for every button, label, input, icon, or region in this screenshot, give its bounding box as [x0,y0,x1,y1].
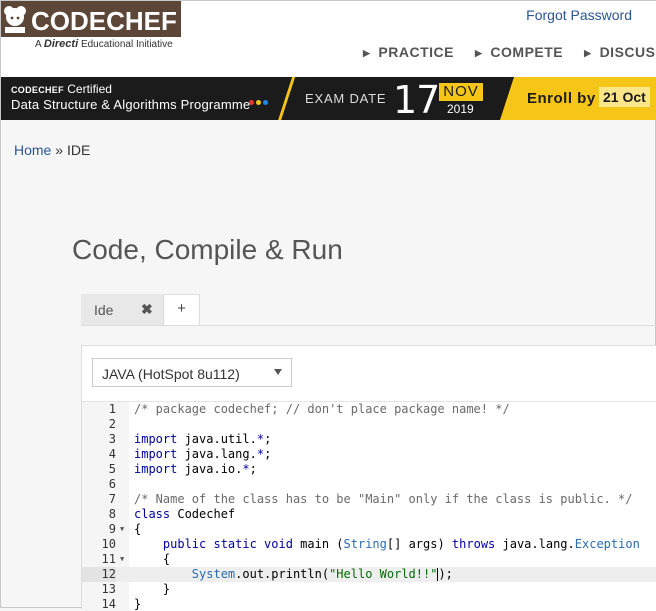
line-number: 1 [108,402,116,416]
code-line: 2 [82,417,656,432]
forgot-password-link[interactable]: Forgot Password [526,7,632,23]
close-icon[interactable]: ✖ [141,301,153,318]
tab-ide[interactable]: Ide ✖ [81,294,163,325]
code-text: class Codechef [134,507,236,521]
code-line: 8 class Codechef [82,507,656,522]
code-text: { [162,552,171,566]
exam-month: NOV [439,83,483,101]
line-number: 7 [108,492,116,506]
code-line: 4 import java.lang.*; [82,447,656,462]
nav-compete-label: COMPETE [490,44,564,60]
page-title: Code, Compile & Run [72,234,343,265]
line-number: 12 [82,567,116,582]
code-text: import java.io.*; [134,462,257,476]
code-editor[interactable]: 1 /* package codechef; // don't place pa… [82,401,656,611]
line-number: 13 [101,582,116,596]
editor-panel: JAVA (HotSpot 8u112) 1 /* package codech… [81,345,656,611]
breadcrumb-separator: » [51,142,67,158]
line-number: 9 [108,522,116,536]
certified-label: CODECHEF Certified [11,82,112,96]
top-navigation: ▶ PRACTICE ▶ COMPETE ▶ DISCUSS [363,44,656,60]
code-line: 1 /* package codechef; // don't place pa… [82,402,656,417]
code-line: 5 import java.io.*; [82,462,656,477]
code-line: 6 [82,477,656,492]
exam-year: 2019 [447,102,474,116]
certification-banner[interactable]: CODECHEF Certified Data Structure & Algo… [1,77,656,120]
code-text: { [134,522,142,536]
code-text: } [134,597,142,611]
language-select[interactable]: JAVA (HotSpot 8u112) [92,358,292,387]
triangle-right-icon: ▶ [363,48,371,58]
nav-discuss[interactable]: ▶ DISCUSS [584,44,656,60]
line-number: 10 [101,537,116,551]
code-line: 14 } [82,597,656,611]
divider [275,77,296,120]
line-number: 11 [101,552,116,566]
logo-tagline: A Directi Educational Initiative [35,38,173,50]
code-text: import java.lang.*; [134,447,272,461]
code-text: } [162,582,171,596]
code-line: 13 } [82,582,656,597]
nav-discuss-label: DISCUSS [599,44,656,60]
code-line: 3 import java.util.*; [82,432,656,447]
exam-date-label: EXAM DATE [305,91,387,106]
tagline-suffix: Educational Initiative [80,39,173,50]
editor-tabs: Ide ✖ + [81,294,656,326]
language-selected-value: JAVA (HotSpot 8u112) [102,366,240,382]
chevron-down-icon [274,369,282,375]
code-text: /* package codechef; // don't place pack… [134,402,510,416]
cert-label: Certified [67,82,112,96]
line-number: 5 [108,462,116,476]
line-number: 6 [108,477,116,491]
fold-arrow-icon[interactable]: ▼ [120,552,124,567]
code-line: 11 ▼ { [82,552,656,567]
nav-compete[interactable]: ▶ COMPETE [475,44,563,60]
line-number: 14 [101,597,116,611]
code-text: System.out.println("Hello World!!"); [191,567,453,581]
code-text: import java.util.*; [134,432,272,446]
code-line: 7 /* Name of the class has to be "Main" … [82,492,656,507]
exam-day: 17 [393,78,440,120]
triangle-right-icon: ▶ [474,48,483,58]
color-dots-icon [249,92,270,110]
breadcrumb-current: IDE [66,142,91,158]
code-line: 9 ▼ { [82,522,656,537]
enroll-label: Enroll by [527,90,596,107]
tagline-prefix: A [35,39,42,50]
line-number: 3 [108,432,116,446]
code-line-active: 12 System.out.println("Hello World!!"); [82,567,656,582]
program-name: Data Structure & Algorithms Programme [11,97,251,112]
cert-brand: CODECHEF [11,85,64,95]
svg-text:CODECHEF: CODECHEF [31,6,177,36]
breadcrumb-home-link[interactable]: Home [14,142,51,158]
tagline-brand: Directi [43,38,79,50]
nav-practice-label: PRACTICE [378,44,454,60]
code-text: public static void main (String[] args) … [162,537,640,551]
tab-ide-label: Ide [94,302,114,318]
line-number: 2 [108,417,116,431]
code-text: /* Name of the class has to be "Main" on… [134,492,633,506]
nav-practice[interactable]: ▶ PRACTICE [363,44,454,60]
site-header: CODECHEF A Directi Educational Initiativ… [1,1,656,77]
line-number: 4 [108,447,116,461]
add-tab-button[interactable]: + [163,294,200,325]
fold-arrow-icon[interactable]: ▼ [120,522,124,537]
breadcrumb: Home » IDE [14,142,90,158]
enroll-date: 21 Oct [599,87,650,107]
line-number: 8 [108,507,116,521]
triangle-right-icon: ▶ [584,48,592,58]
code-line: 10 public static void main (String[] arg… [82,537,656,552]
